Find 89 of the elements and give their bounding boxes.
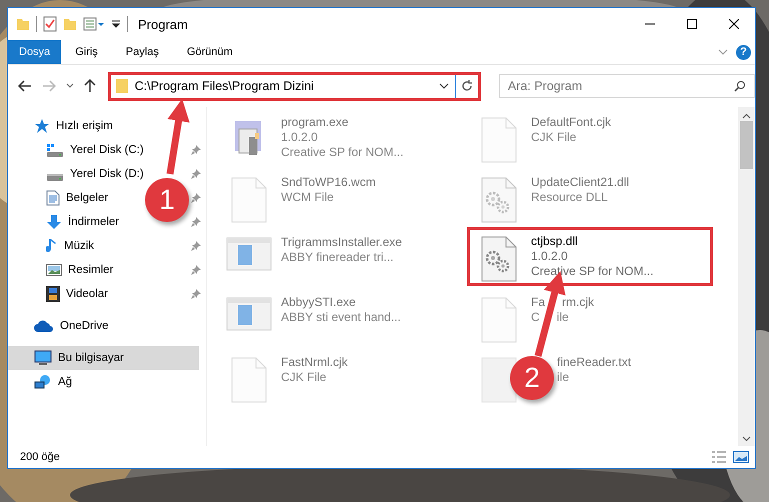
document-icon	[481, 297, 517, 343]
sidebar-item[interactable]: Yerel Disk (D:)	[46, 162, 144, 186]
cloud-icon	[34, 320, 54, 332]
pin-icon[interactable]	[190, 216, 202, 228]
file-name[interactable]: program.exe	[281, 115, 348, 130]
search-icon	[734, 80, 746, 92]
file-name[interactable]: fineReader.txt	[557, 355, 632, 370]
address-text: C:\Program Files\Program Dizini	[134, 79, 314, 93]
back-arrow-icon[interactable]	[18, 80, 32, 92]
network-icon	[34, 374, 52, 390]
scroll-down-icon[interactable]	[742, 436, 751, 442]
download-arrow-icon	[46, 214, 62, 230]
dropdown-icon[interactable]	[111, 19, 121, 29]
file-detail: C	[531, 310, 540, 325]
file-detail: 1.0.2.0	[531, 249, 568, 264]
sidebar-item[interactable]: Ağ	[34, 370, 72, 394]
star-icon	[34, 118, 50, 134]
search-field[interactable]: Ara: Program	[498, 74, 755, 98]
sidebar-item[interactable]: Belgeler	[46, 186, 108, 210]
sidebar-item[interactable]: Hızlı erişim	[34, 114, 113, 138]
ribbon-tab[interactable]: Görünüm	[172, 40, 247, 64]
document-icon	[46, 190, 60, 206]
sidebar-item[interactable]: OneDrive	[34, 314, 109, 338]
file-name[interactable]: TrigrammsInstaller.exe	[281, 235, 402, 250]
help-button[interactable]: ?	[736, 44, 751, 60]
file-detail: ile	[556, 310, 569, 325]
ribbon-tab[interactable]: Dosya	[8, 40, 62, 64]
file-detail: Resource DLL	[531, 190, 608, 205]
chevron-down-icon[interactable]	[66, 83, 74, 89]
sidebar-item[interactable]: Müzik	[46, 234, 94, 258]
ribbon-tab[interactable]: Paylaş	[112, 40, 173, 64]
window-title: Program	[138, 16, 188, 32]
pin-icon[interactable]	[190, 144, 202, 156]
chevron-down-icon[interactable]	[438, 83, 449, 89]
file-detail: ile	[557, 370, 570, 385]
file-name[interactable]: SndToWP16.wcm	[281, 175, 376, 190]
installer-window-icon	[226, 297, 272, 331]
ribbon-tab[interactable]: Giriş	[61, 40, 112, 64]
file-detail: Creative SP for NOM...	[281, 145, 404, 160]
document-icon	[231, 177, 267, 223]
pin-icon[interactable]	[190, 240, 202, 252]
file-detail: ABBY finereader tri...	[281, 250, 394, 265]
maximize-icon[interactable]	[687, 19, 697, 29]
gear-document-icon	[481, 236, 517, 282]
file-name[interactable]: ctjbsp.dll	[531, 234, 578, 249]
details-view-icon[interactable]	[711, 450, 727, 464]
scroll-up-icon[interactable]	[742, 113, 751, 119]
document-icon	[481, 357, 517, 403]
file-name[interactable]: Fa	[531, 295, 546, 310]
sidebar-item[interactable]: Resimler	[46, 258, 114, 282]
file-name[interactable]: DefaultFont.cjk	[531, 115, 612, 130]
music-note-icon	[46, 238, 58, 254]
drive-icon	[46, 174, 64, 180]
installer-window-icon	[226, 237, 272, 271]
file-detail: ABBY sti event hand...	[281, 310, 401, 325]
drive-icon	[46, 143, 64, 157]
properties-icon[interactable]	[83, 17, 105, 31]
scrollbar-thumb[interactable]	[740, 121, 753, 169]
checklist-icon[interactable]	[43, 16, 57, 32]
document-icon	[481, 117, 517, 163]
file-name[interactable]: rm.cjk	[562, 295, 594, 310]
picture-icon	[46, 263, 62, 277]
file-name[interactable]: UpdateClient21.dll	[531, 175, 630, 190]
refresh-icon[interactable]	[460, 80, 473, 92]
sidebar-item[interactable]: Yerel Disk (C:)	[46, 138, 144, 162]
item-count: 200 öğe	[20, 451, 60, 463]
file-detail: CJK File	[281, 370, 326, 385]
film-icon	[46, 286, 60, 302]
computer-icon	[34, 350, 52, 366]
address-field[interactable]: C:\Program Files\Program Dizini	[108, 72, 481, 100]
file-detail: Creative SP for NOM...	[531, 264, 654, 279]
pin-icon[interactable]	[190, 192, 202, 204]
sidebar-item[interactable]: Bu bilgisayar	[8, 346, 199, 370]
sidebar-item[interactable]: Videolar	[46, 282, 108, 306]
file-name[interactable]: FastNrml.cjk	[281, 355, 348, 370]
file-detail: 1.0.2.0	[281, 130, 318, 145]
sidebar-item[interactable]: İndirmeler	[46, 210, 120, 234]
up-arrow-icon[interactable]	[84, 79, 96, 93]
gear-document-icon	[481, 177, 517, 223]
folder-icon	[114, 78, 129, 94]
large-icons-view-icon[interactable]	[733, 450, 749, 464]
file-name[interactable]: AbbyySTI.exe	[281, 295, 356, 310]
close-icon[interactable]	[729, 19, 739, 29]
document-icon	[231, 357, 267, 403]
pin-icon[interactable]	[190, 264, 202, 276]
file-detail: CJK File	[531, 130, 576, 145]
pin-icon[interactable]	[190, 168, 202, 180]
pin-icon[interactable]	[190, 288, 202, 300]
file-detail: WCM File	[281, 190, 334, 205]
